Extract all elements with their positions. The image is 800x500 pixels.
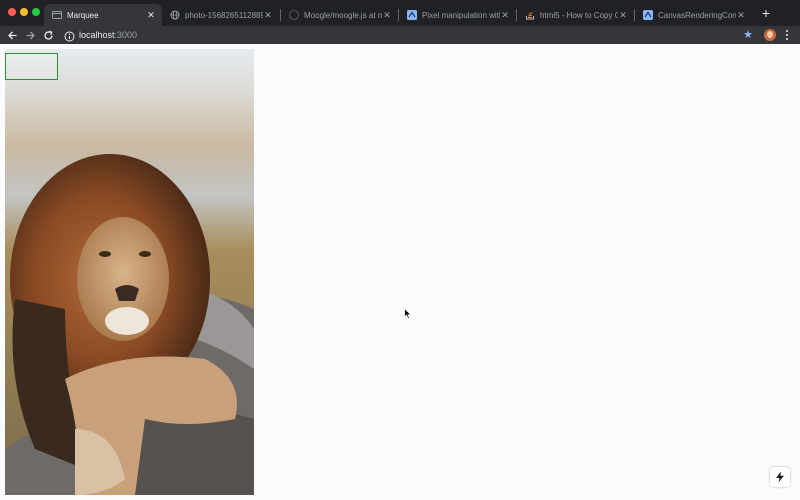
new-tab-button[interactable]: + xyxy=(759,6,773,20)
bolt-icon[interactable] xyxy=(770,467,790,487)
bookmark-star-icon[interactable]: ★ xyxy=(742,28,754,42)
url-host: localhost xyxy=(79,30,115,40)
reload-icon[interactable] xyxy=(41,28,55,42)
page-icon xyxy=(52,10,62,20)
close-tab-icon[interactable]: ✕ xyxy=(146,10,156,21)
close-window-button[interactable] xyxy=(8,8,16,16)
close-tab-icon[interactable]: ✕ xyxy=(382,10,392,21)
tab-strip: Marquee ✕ photo-1568265112889-c… ✕ Moogl… xyxy=(0,0,800,26)
marquee-selection[interactable] xyxy=(5,53,58,80)
mdn-icon xyxy=(643,10,653,20)
close-tab-icon[interactable]: ✕ xyxy=(618,10,628,21)
back-arrow-icon[interactable] xyxy=(5,28,19,42)
url-text[interactable]: localhost:3000 xyxy=(79,29,137,41)
url-port: :3000 xyxy=(114,30,138,40)
mouse-cursor-icon xyxy=(404,307,412,325)
browser-toolbar: localhost:3000 ★ xyxy=(0,26,800,44)
tab-title: photo-1568265112889-c… xyxy=(185,10,263,20)
tab-title: Pixel manipulation with ca… xyxy=(422,10,500,20)
page-content xyxy=(0,44,800,500)
address-bar[interactable]: localhost:3000 xyxy=(60,27,740,43)
tab-title: html5 - How to Copy Cont… xyxy=(540,10,618,20)
mdn-icon xyxy=(407,10,417,20)
profile-avatar[interactable] xyxy=(764,29,776,41)
tab-photo[interactable]: photo-1568265112889-c… ✕ xyxy=(162,4,279,26)
github-icon xyxy=(289,10,299,20)
more-menu-icon[interactable] xyxy=(782,28,792,42)
stackoverflow-icon xyxy=(525,10,535,20)
maximize-window-button[interactable] xyxy=(32,8,40,16)
globe-icon xyxy=(170,10,180,20)
tab-title: CanvasRenderingContext… xyxy=(658,10,736,20)
tab-title: Moogle/moogle.js at mast… xyxy=(304,10,382,20)
close-tab-icon[interactable]: ✕ xyxy=(263,10,273,21)
tab-pixel-manipulation[interactable]: Pixel manipulation with ca… ✕ xyxy=(399,4,516,26)
forward-arrow-icon[interactable] xyxy=(23,28,37,42)
close-tab-icon[interactable]: ✕ xyxy=(500,10,510,21)
tab-marquee[interactable]: Marquee ✕ xyxy=(44,4,162,26)
tab-canvas-rendering-context[interactable]: CanvasRenderingContext… ✕ xyxy=(635,4,752,26)
close-tab-icon[interactable]: ✕ xyxy=(736,10,746,21)
tab-title: Marquee xyxy=(67,10,99,20)
tab-stackoverflow[interactable]: html5 - How to Copy Cont… ✕ xyxy=(517,4,634,26)
minimize-window-button[interactable] xyxy=(20,8,28,16)
lion-photo xyxy=(5,49,254,495)
lion-photo-canvas[interactable] xyxy=(5,49,254,495)
tab-moogle[interactable]: Moogle/moogle.js at mast… ✕ xyxy=(281,4,398,26)
